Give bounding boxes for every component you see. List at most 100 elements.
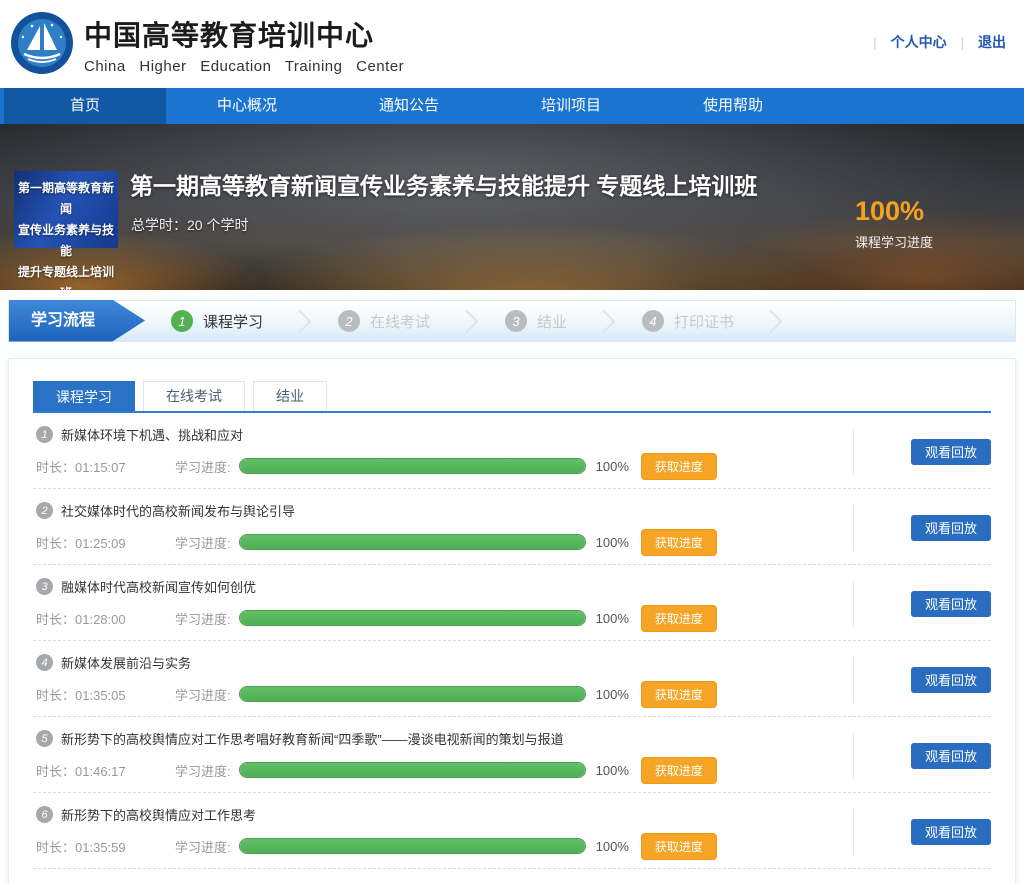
nav-item-help[interactable]: 使用帮助 — [652, 88, 814, 124]
content-card: 课程学习 在线考试 结业 1 新媒体环境下机遇、挑战和应对 时长：01:15:0… — [8, 358, 1016, 884]
chevron-right-icon — [287, 309, 311, 333]
course-info: 5 新形势下的高校舆情应对工作思考唱好教育新闻“四季歌”——漫谈电视新闻的策划与… — [33, 729, 853, 782]
course-info: 6 新形势下的高校舆情应对工作思考 时长：01:35:59 学习进度: 100%… — [33, 805, 853, 858]
course-duration: 时长：01:25:09 — [33, 533, 175, 552]
step-label: 结业 — [537, 311, 567, 332]
course-number-badge: 2 — [36, 502, 53, 519]
progress-bar — [239, 458, 586, 474]
step-number-badge: 1 — [171, 310, 193, 332]
course-info: 3 融媒体时代高校新闻宣传如何创优 时长：01:28:00 学习进度: 100%… — [33, 577, 853, 630]
progress-label: 学习进度: — [175, 609, 231, 628]
thumb-line: 宣传业务素养与技能 — [14, 220, 118, 262]
chevron-right-icon — [759, 309, 783, 333]
course-row: 5 新形势下的高校舆情应对工作思考唱好教育新闻“四季歌”——漫谈电视新闻的策划与… — [33, 717, 991, 793]
get-progress-button[interactable]: 获取进度 — [641, 681, 717, 708]
course-row: 1 新媒体环境下机遇、挑战和应对 时长：01:15:07 学习进度: 100% … — [33, 413, 991, 489]
course-duration: 时长：01:15:07 — [33, 457, 175, 476]
watch-replay-button[interactable]: 观看回放 — [911, 743, 991, 769]
progress-label: 学习进度: — [175, 761, 231, 780]
progress-bar-fill — [240, 535, 585, 549]
duration-value: 01:35:59 — [75, 840, 126, 855]
nav-item-center-overview[interactable]: 中心概况 — [166, 88, 328, 124]
progress-bar — [239, 762, 586, 778]
get-progress-button[interactable]: 获取进度 — [641, 605, 717, 632]
site-logo[interactable] — [10, 11, 74, 75]
course-duration: 时长：01:35:59 — [33, 837, 175, 856]
watch-replay-button[interactable]: 观看回放 — [911, 667, 991, 693]
site-titles: 中国高等教育培训中心 China Higher Education Traini… — [84, 14, 404, 75]
progress-label: 学习进度: — [175, 837, 231, 856]
step-print-certificate: 4 打印证书 — [642, 310, 734, 332]
thumb-line: 提升专题线上培训班 — [14, 262, 118, 290]
course-title: 新形势下的高校舆情应对工作思考 — [61, 805, 256, 824]
progress-percent: 100% — [596, 839, 629, 854]
sailboat-emblem-icon — [10, 11, 74, 75]
progress-label: 学习进度: — [175, 533, 231, 552]
get-progress-button[interactable]: 获取进度 — [641, 757, 717, 784]
link-logout[interactable]: 退出 — [978, 34, 1006, 50]
progress-bar — [239, 686, 586, 702]
course-number-badge: 3 — [36, 578, 53, 595]
duration-label: 时长： — [36, 460, 75, 475]
course-info: 1 新媒体环境下机遇、挑战和应对 时长：01:15:07 学习进度: 100% … — [33, 425, 853, 478]
course-progress-label: 课程学习进度 — [855, 232, 933, 251]
step-label: 课程学习 — [203, 311, 263, 332]
course-duration: 时长：01:28:00 — [33, 609, 175, 628]
progress-bar — [239, 610, 586, 626]
chevron-right-icon — [592, 309, 616, 333]
course-list: 1 新媒体环境下机遇、挑战和应对 时长：01:15:07 学习进度: 100% … — [33, 413, 991, 869]
nav-item-announcements[interactable]: 通知公告 — [328, 88, 490, 124]
get-progress-button[interactable]: 获取进度 — [641, 453, 717, 480]
tab-graduation[interactable]: 结业 — [253, 381, 327, 411]
learning-flow-steps: 学习流程 1 课程学习 2 在线考试 3 结业 4 打印证书 — [8, 300, 1016, 342]
course-title: 新媒体发展前沿与实务 — [61, 653, 191, 672]
get-progress-button[interactable]: 获取进度 — [641, 833, 717, 860]
duration-value: 01:25:09 — [75, 536, 126, 551]
step-number-badge: 3 — [505, 310, 527, 332]
progress-percent: 100% — [596, 763, 629, 778]
link-personal-center[interactable]: 个人中心 — [891, 34, 947, 50]
watch-replay-button[interactable]: 观看回放 — [911, 439, 991, 465]
course-info: 2 社交媒体时代的高校新闻发布与舆论引导 时长：01:25:09 学习进度: 1… — [33, 501, 853, 554]
divider: | — [873, 34, 877, 50]
total-hours-label: 总学时：20 个学时 — [131, 215, 248, 235]
divider: | — [960, 34, 964, 50]
progress-bar — [239, 838, 586, 854]
progress-label: 学习进度: — [175, 457, 231, 476]
duration-value: 01:28:00 — [75, 612, 126, 627]
course-row: 3 融媒体时代高校新闻宣传如何创优 时长：01:28:00 学习进度: 100%… — [33, 565, 991, 641]
duration-label: 时长： — [36, 612, 75, 627]
step-label: 在线考试 — [370, 311, 430, 332]
tab-online-exam[interactable]: 在线考试 — [143, 381, 245, 411]
step-online-exam: 2 在线考试 — [338, 310, 430, 332]
site-title-cn: 中国高等教育培训中心 — [84, 14, 404, 54]
progress-bar-fill — [240, 611, 585, 625]
course-progress-percent: 100% — [855, 196, 933, 227]
course-title: 新媒体环境下机遇、挑战和应对 — [61, 425, 243, 444]
tab-course-study[interactable]: 课程学习 — [33, 381, 135, 411]
progress-bar — [239, 534, 586, 550]
course-number-badge: 5 — [36, 730, 53, 747]
duration-value: 01:46:17 — [75, 764, 126, 779]
duration-value: 01:15:07 — [75, 460, 126, 475]
duration-label: 时长： — [36, 688, 75, 703]
nav-item-home[interactable]: 首页 — [4, 88, 166, 124]
watch-replay-button[interactable]: 观看回放 — [911, 591, 991, 617]
course-row: 4 新媒体发展前沿与实务 时长：01:35:05 学习进度: 100% 获取进度… — [33, 641, 991, 717]
get-progress-button[interactable]: 获取进度 — [641, 529, 717, 556]
course-title: 融媒体时代高校新闻宣传如何创优 — [61, 577, 256, 596]
progress-percent: 100% — [596, 611, 629, 626]
duration-label: 时长： — [36, 840, 75, 855]
course-title: 新形势下的高校舆情应对工作思考唱好教育新闻“四季歌”——漫谈电视新闻的策划与报道 — [61, 729, 564, 748]
main-nav: 首页 中心概况 通知公告 培训项目 使用帮助 — [0, 88, 1024, 124]
steps-title-arrow: 学习流程 — [9, 300, 145, 342]
watch-replay-button[interactable]: 观看回放 — [911, 819, 991, 845]
step-label: 打印证书 — [674, 311, 734, 332]
progress-percent: 100% — [596, 459, 629, 474]
progress-bar-fill — [240, 839, 585, 853]
nav-item-training-programs[interactable]: 培训项目 — [490, 88, 652, 124]
course-title: 社交媒体时代的高校新闻发布与舆论引导 — [61, 501, 295, 520]
watch-replay-button[interactable]: 观看回放 — [911, 515, 991, 541]
course-number-badge: 6 — [36, 806, 53, 823]
progress-label: 学习进度: — [175, 685, 231, 704]
